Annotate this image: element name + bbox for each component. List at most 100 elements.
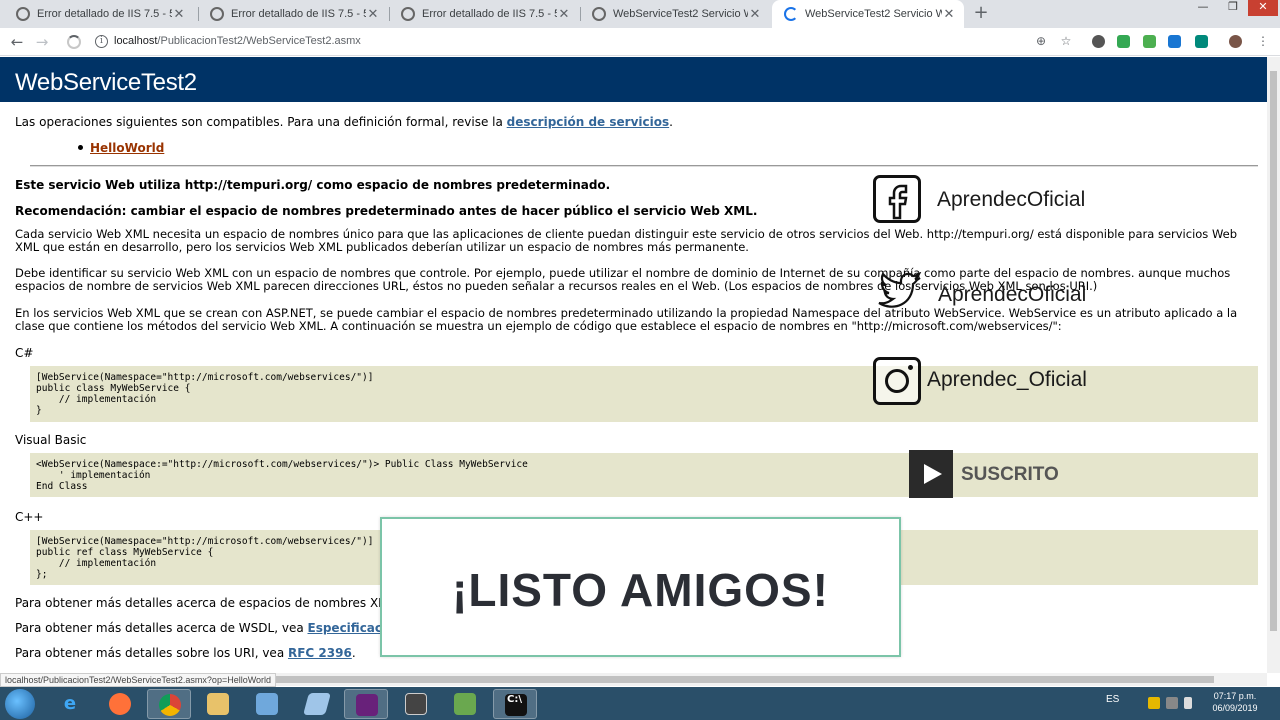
loading-spinner-icon[interactable]	[67, 35, 81, 49]
status-url: localhost/PublicacionTest2/WebServiceTes…	[0, 673, 277, 687]
ie-icon: e	[63, 693, 77, 714]
rfc-2396-link[interactable]: RFC 2396	[288, 646, 352, 660]
more-uri-text: Para obtener más detalles sobre los URI,…	[15, 646, 288, 660]
banner: ¡LISTO AMIGOS!	[380, 517, 901, 657]
close-icon[interactable]: ✕	[172, 6, 186, 22]
globe-icon	[401, 7, 415, 21]
start-button[interactable]	[5, 689, 35, 719]
more-namespaces-text: Para obtener más detalles acerca de espa…	[15, 596, 400, 610]
tab-label: Error detallado de IIS 7.5 - 500.21	[37, 8, 172, 20]
facebook-handle: AprendecOficial	[937, 188, 1086, 211]
more-uri-paragraph: Para obtener más detalles sobre los URI,…	[15, 647, 356, 660]
maximize-button[interactable]: ❐	[1218, 0, 1248, 16]
tab-label: WebServiceTest2 Servicio Web	[805, 8, 942, 20]
vertical-scrollbar[interactable]	[1267, 57, 1280, 673]
extension-icon[interactable]	[1168, 35, 1181, 48]
twitter-handle: AprendecOficial	[938, 283, 1087, 306]
folder-icon	[207, 693, 229, 715]
loading-icon	[784, 7, 798, 21]
taskbar-iis[interactable]	[245, 689, 289, 719]
url-text[interactable]: localhost/PublicacionTest2/WebServiceTes…	[114, 35, 361, 47]
more-wsdl-text: Para obtener más detalles acerca de WSDL…	[15, 621, 308, 635]
tab-2[interactable]: Error detallado de IIS 7.5 - 500.21 ✕	[198, 0, 388, 28]
recommendation: Recomendación: cambiar el espacio de nom…	[15, 204, 758, 218]
chrome-icon	[159, 694, 181, 716]
vb-label: Visual Basic	[15, 433, 87, 447]
close-icon[interactable]: ✕	[942, 6, 956, 22]
service-description-link[interactable]: descripción de servicios	[507, 115, 669, 129]
taskbar-cmd[interactable]: C:\	[493, 689, 537, 719]
intro-paragraph: Las operaciones siguientes son compatibl…	[15, 116, 673, 129]
clock[interactable]: 07:17 p.m. 06/09/2019	[1200, 690, 1270, 714]
forward-button[interactable]: →	[33, 33, 51, 51]
url-path: /PublicacionTest2/WebServiceTest2.asmx	[157, 35, 361, 47]
taskbar-monitor[interactable]	[443, 689, 487, 719]
tab-label: Error detallado de IIS 7.5 - 500.21	[422, 8, 557, 20]
list-bullet	[78, 145, 83, 150]
menu-icon[interactable]: ⋮	[1255, 33, 1271, 49]
taskbar-firefox[interactable]	[98, 689, 142, 719]
subscribe-play-icon[interactable]	[909, 450, 953, 498]
page-title: WebServiceTest2	[15, 69, 197, 96]
page-heading: WebServiceTest2	[0, 57, 1267, 102]
new-tab-button[interactable]: +	[970, 4, 992, 24]
bookmark-star-icon[interactable]: ☆	[1058, 33, 1074, 49]
globe-icon	[210, 7, 224, 21]
close-icon[interactable]: ✕	[366, 6, 380, 22]
tab-label: WebServiceTest2 Servicio Web	[613, 8, 748, 20]
namespace-notice: Este servicio Web utiliza http://tempuri…	[15, 178, 611, 192]
extension-icon[interactable]	[1092, 35, 1105, 48]
instagram-handle: Aprendec_Oficial	[927, 368, 1087, 391]
cpp-label: C++	[15, 510, 44, 524]
info-icon[interactable]: i	[95, 35, 108, 48]
tray-icon[interactable]	[1166, 697, 1178, 709]
facebook-icon	[873, 175, 921, 223]
firefox-icon	[109, 693, 131, 715]
taskbar-visual-studio[interactable]	[344, 689, 388, 719]
clock-time: 07:17 p.m.	[1213, 691, 1257, 701]
visual-studio-icon	[356, 694, 378, 716]
language-indicator[interactable]: ES	[1106, 694, 1119, 705]
divider	[30, 165, 1258, 167]
command-prompt-icon: C:\	[505, 694, 527, 716]
intro-end: .	[669, 115, 673, 129]
paragraph-3: En los servicios Web XML que se crean co…	[15, 306, 1238, 333]
scroll-thumb[interactable]	[1270, 71, 1277, 631]
taskbar-chrome[interactable]	[147, 689, 191, 719]
close-icon[interactable]: ✕	[557, 6, 571, 22]
globe-icon	[592, 7, 606, 21]
csharp-label: C#	[15, 346, 34, 360]
avatar[interactable]	[1229, 35, 1242, 48]
taskbar: e C:\	[0, 687, 1280, 720]
zoom-icon[interactable]: ⊕	[1033, 33, 1049, 49]
banner-text: ¡LISTO AMIGOS!	[452, 564, 829, 616]
tab-4[interactable]: WebServiceTest2 Servicio Web ✕	[580, 0, 770, 28]
operation-link-helloworld[interactable]: HelloWorld	[90, 141, 164, 155]
tab-1[interactable]: Error detallado de IIS 7.5 - 500.21 ✕	[4, 0, 194, 28]
browser-toolbar: ← → i localhost/PublicacionTest2/WebServ…	[0, 28, 1280, 56]
extension-icon[interactable]	[1195, 35, 1208, 48]
extension-icon[interactable]	[1143, 35, 1156, 48]
subscribed-label: SUSCRITO	[961, 464, 1059, 485]
close-icon[interactable]: ✕	[748, 6, 762, 22]
close-window-button[interactable]: ✕	[1248, 0, 1278, 16]
tray-icon[interactable]	[1148, 697, 1160, 709]
minimize-button[interactable]: —	[1188, 0, 1218, 16]
tab-label: Error detallado de IIS 7.5 - 500.21	[231, 8, 366, 20]
taskbar-tool[interactable]	[394, 689, 438, 719]
tool-icon	[405, 693, 427, 715]
address-bar[interactable]: i localhost/PublicacionTest2/WebServiceT…	[88, 31, 1083, 53]
tab-5-active[interactable]: WebServiceTest2 Servicio Web ✕	[772, 0, 964, 28]
back-button[interactable]: ←	[8, 33, 26, 51]
url-host: localhost	[114, 35, 158, 47]
network-icon[interactable]	[1184, 697, 1192, 709]
clock-date: 06/09/2019	[1212, 703, 1258, 713]
drive-icon[interactable]	[1117, 35, 1130, 48]
taskbar-explorer[interactable]	[196, 689, 240, 719]
twitter-icon	[876, 271, 924, 312]
taskbar-ie[interactable]: e	[48, 689, 92, 719]
taskbar-app[interactable]	[295, 689, 339, 719]
app-icon	[303, 693, 331, 715]
vb-code-block: <WebService(Namespace:="http://microsoft…	[30, 453, 1258, 497]
tab-3[interactable]: Error detallado de IIS 7.5 - 500.21 ✕	[389, 0, 579, 28]
